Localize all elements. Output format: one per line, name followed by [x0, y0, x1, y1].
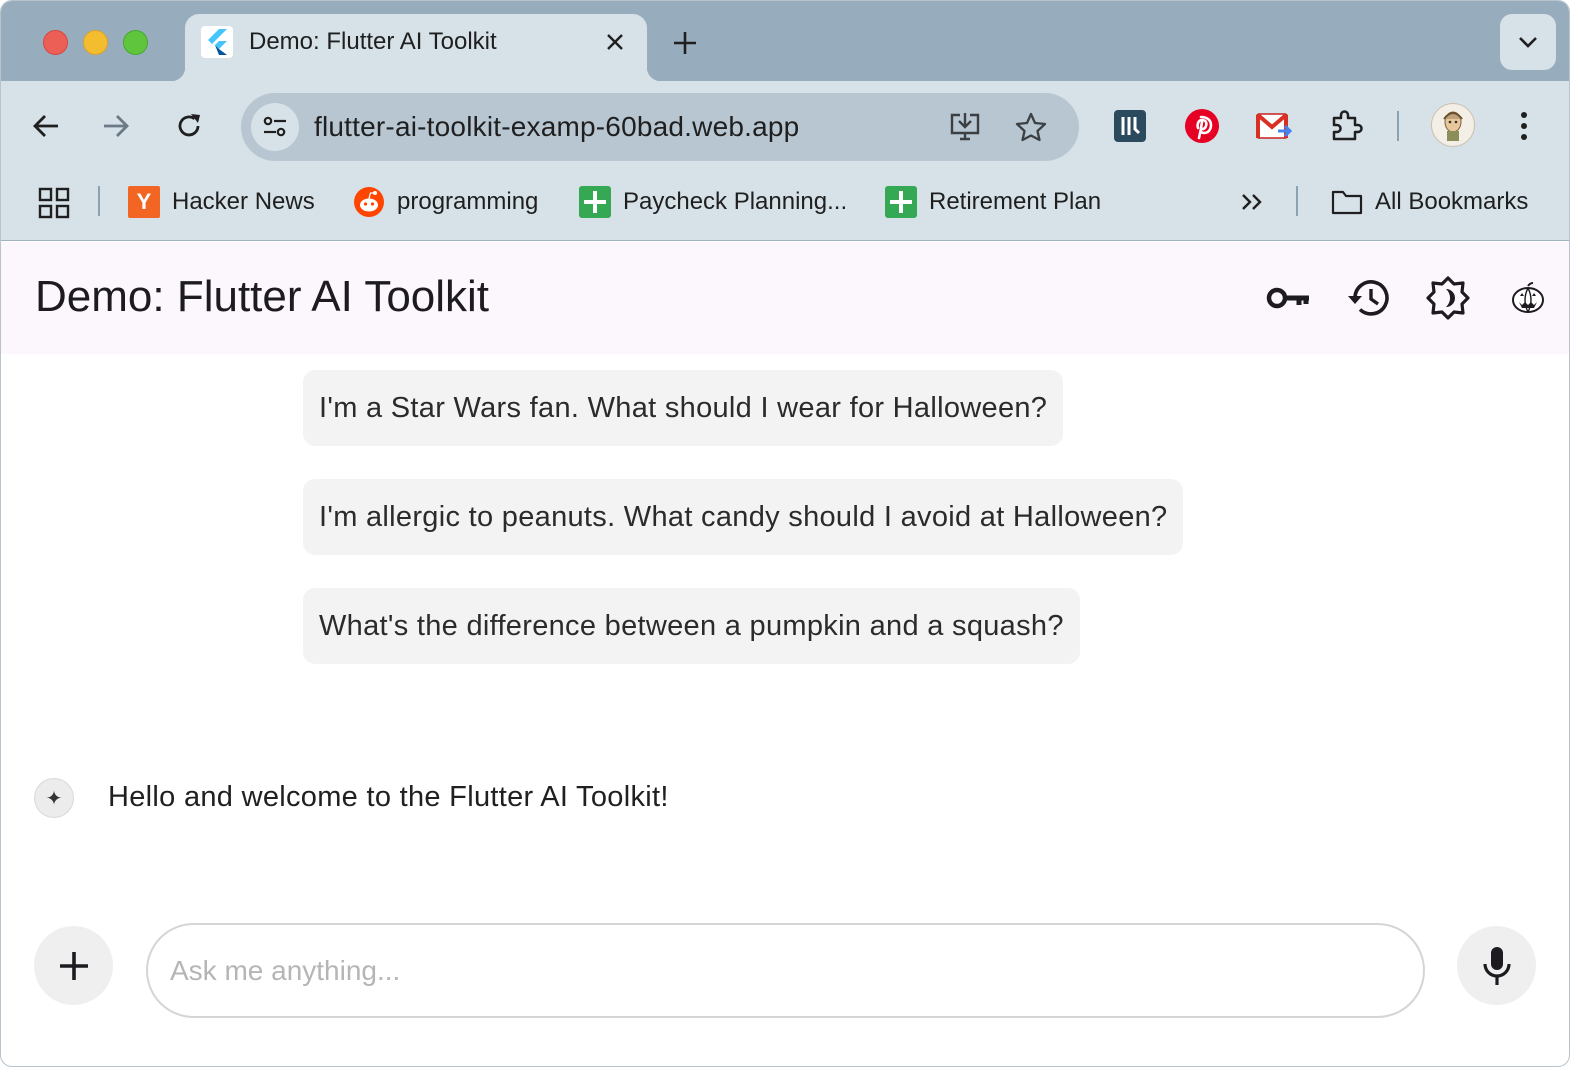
browser-window: Demo: Flutter AI Toolkit flutter-ai-tool…: [0, 0, 1570, 1067]
more-bookmarks-button[interactable]: [1235, 185, 1269, 219]
api-key-button[interactable]: [1265, 274, 1313, 322]
bookmarks-separator: [1296, 186, 1298, 216]
profile-avatar[interactable]: [1431, 103, 1475, 147]
minimize-window-button[interactable]: [83, 30, 108, 55]
chevron-double-right-icon: [1242, 194, 1262, 210]
all-bookmarks-label: All Bookmarks: [1375, 188, 1529, 215]
tab-active[interactable]: Demo: Flutter AI Toolkit: [171, 14, 661, 81]
forward-button[interactable]: [93, 103, 139, 149]
welcome-message: Hello and welcome to the Flutter AI Tool…: [108, 781, 669, 813]
url-text[interactable]: flutter-ai-toolkit-examp-60bad.web.app: [314, 111, 799, 143]
chat-input[interactable]: [146, 923, 1425, 1018]
star-icon: [1015, 112, 1047, 142]
apps-button[interactable]: [37, 186, 71, 220]
sparkle-icon: ✦: [34, 778, 74, 818]
bookmark-label: Hacker News: [172, 188, 315, 215]
arrow-left-icon: [33, 115, 58, 137]
bookmark-extension-icon: [1114, 110, 1146, 142]
hacker-news-icon: Y: [128, 186, 160, 218]
bookmark-label: Paycheck Planning...: [623, 188, 848, 215]
bookmark-label: programming: [397, 188, 539, 215]
browser-menu-button[interactable]: [1501, 103, 1547, 149]
profile-icon: [1443, 111, 1463, 141]
microphone-icon: [1482, 946, 1511, 985]
brightness-icon: [1426, 276, 1470, 320]
key-icon: [1266, 287, 1309, 309]
reddit-icon: [353, 186, 385, 218]
history-button[interactable]: [1345, 274, 1393, 322]
extension-bookmark[interactable]: [1109, 105, 1151, 147]
more-vertical-icon: [1521, 112, 1527, 140]
suggestion-chip[interactable]: I'm allergic to peanuts. What candy shou…: [303, 479, 1184, 555]
reload-icon: [178, 114, 200, 137]
tab-strip: Demo: Flutter AI Toolkit: [1, 1, 1569, 81]
apps-grid-icon: [38, 187, 70, 219]
maximize-window-button[interactable]: [123, 30, 148, 55]
theme-toggle-button[interactable]: [1424, 274, 1472, 322]
voice-input-button[interactable]: [1457, 926, 1536, 1005]
bookmark-star-button[interactable]: [1011, 107, 1051, 147]
page-title: Demo: Flutter AI Toolkit: [35, 272, 490, 321]
flutter-icon: [201, 26, 233, 58]
bookmark-paycheck-planning[interactable]: Paycheck Planning...: [579, 185, 847, 219]
extension-pinterest[interactable]: [1181, 105, 1223, 147]
arrow-right-icon: [104, 115, 129, 137]
address-bar[interactable]: flutter-ai-toolkit-examp-60bad.web.app: [241, 93, 1079, 161]
bookmark-label: Retirement Plan: [929, 188, 1102, 215]
close-icon: [607, 34, 623, 50]
new-tab-button[interactable]: [665, 23, 705, 63]
pumpkin-icon: [1512, 282, 1544, 313]
bookmark-hacker-news[interactable]: Y Hacker News: [128, 185, 315, 219]
bookmarks-separator: [98, 186, 100, 216]
halloween-style-button[interactable]: [1504, 274, 1552, 322]
suggestion-chip[interactable]: What's the difference between a pumpkin …: [303, 588, 1080, 664]
sheets-icon: [579, 186, 611, 218]
chevron-down-icon: [1519, 37, 1537, 48]
attach-button[interactable]: [34, 926, 113, 1005]
bookmarks-bar: Y Hacker News programming Paycheck Plann…: [1, 171, 1569, 241]
extension-gmail[interactable]: [1253, 105, 1295, 147]
reload-button[interactable]: [166, 103, 212, 149]
sheets-icon: [885, 186, 917, 218]
plus-icon: [59, 951, 88, 980]
bookmark-programming[interactable]: programming: [353, 185, 538, 219]
extensions-button[interactable]: [1325, 105, 1367, 147]
suggestion-chip[interactable]: I'm a Star Wars fan. What should I wear …: [303, 370, 1064, 446]
toolbar-separator: [1397, 111, 1399, 141]
puzzle-icon: [1332, 110, 1363, 141]
gmail-icon: [1256, 113, 1292, 139]
back-button[interactable]: [23, 103, 69, 149]
tab-search-button[interactable]: [1500, 14, 1556, 70]
history-icon: [1348, 280, 1389, 316]
folder-icon: [1331, 186, 1363, 218]
plus-icon: [674, 32, 696, 54]
pinterest-icon: [1185, 109, 1219, 143]
bookmark-retirement-plan[interactable]: Retirement Plan: [885, 185, 1101, 219]
app-bar: Demo: Flutter AI Toolkit: [1, 242, 1569, 354]
all-bookmarks-button[interactable]: All Bookmarks: [1331, 185, 1528, 219]
browser-toolbar: flutter-ai-toolkit-examp-60bad.web.app: [1, 81, 1569, 171]
install-app-button[interactable]: [945, 107, 985, 147]
install-icon: [950, 113, 980, 141]
close-window-button[interactable]: [43, 30, 68, 55]
tune-icon: [263, 116, 286, 137]
tab-title: Demo: Flutter AI Toolkit: [249, 28, 497, 55]
tab-close-button[interactable]: [599, 26, 631, 58]
site-info-button[interactable]: [251, 103, 299, 151]
